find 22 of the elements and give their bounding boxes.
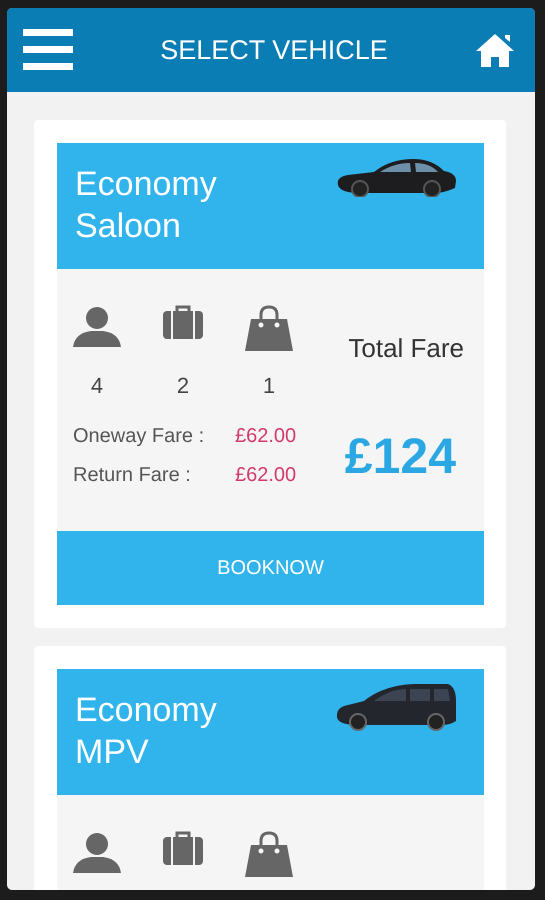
fare-label: Return Fare : bbox=[73, 464, 192, 487]
bag-count: 1 bbox=[262, 373, 276, 399]
total-fare-label: Total Fare bbox=[348, 333, 464, 364]
fare-label: Oneway Fare : bbox=[73, 425, 206, 448]
person-icon bbox=[73, 831, 121, 873]
van-icon bbox=[334, 681, 458, 731]
fare-value: £62.00 bbox=[235, 464, 296, 487]
total-fare: £124 bbox=[344, 427, 456, 485]
vehicle-name: Economy MPV bbox=[75, 690, 218, 773]
bag-icon bbox=[245, 831, 293, 877]
person-icon bbox=[73, 305, 121, 347]
suitcase-icon bbox=[163, 305, 203, 339]
home-icon[interactable] bbox=[475, 32, 515, 68]
fare-value: £62.00 bbox=[235, 425, 296, 448]
menu-icon[interactable] bbox=[23, 29, 73, 71]
suitcase-icon bbox=[163, 831, 203, 865]
passenger-count: 4 bbox=[90, 373, 104, 399]
bag-icon bbox=[245, 305, 293, 351]
suitcase-count: 2 bbox=[176, 373, 190, 399]
book-now-button[interactable]: BOOKNOW bbox=[57, 531, 484, 605]
page-title: SELECT VEHICLE bbox=[160, 34, 388, 66]
vehicle-name: Economy Saloon bbox=[75, 164, 218, 247]
